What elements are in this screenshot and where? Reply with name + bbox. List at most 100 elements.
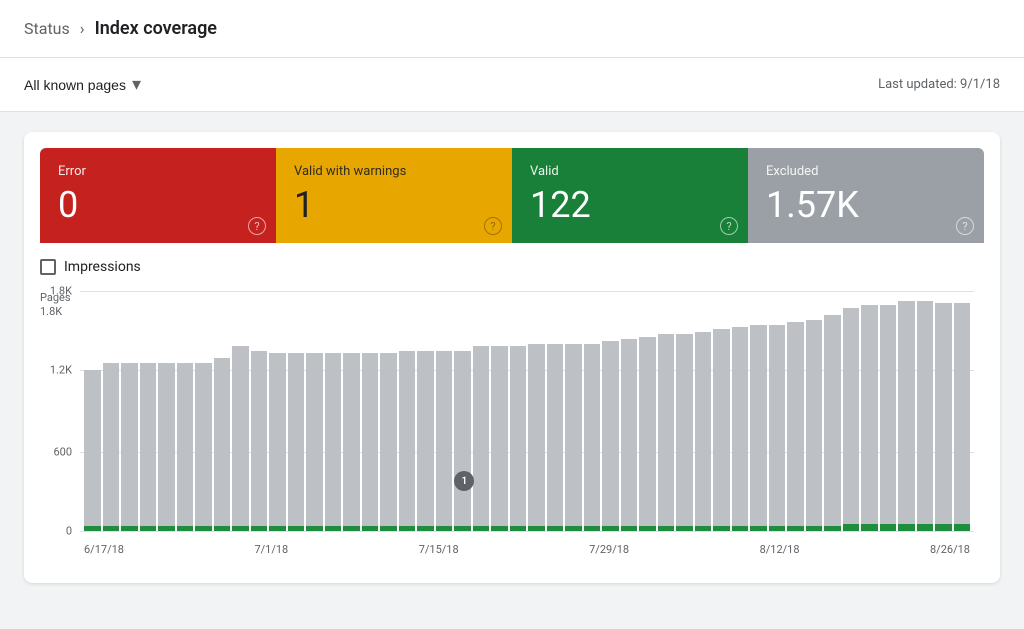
tile-valid[interactable]: Valid 122 ?: [512, 148, 748, 243]
tile-warning[interactable]: Valid with warnings 1 ?: [276, 148, 512, 243]
bar-gray: [436, 351, 453, 526]
bar-gray: [177, 363, 194, 526]
bar-gray: [140, 363, 157, 526]
bar-green: [473, 526, 490, 531]
y-tick-600: 600: [53, 445, 72, 458]
bar-green: [325, 526, 342, 531]
bar-group: [528, 291, 545, 531]
bar-group: [935, 291, 952, 531]
page-title: Index coverage: [95, 18, 217, 39]
bar-green: [288, 526, 305, 531]
page-header: Status › Index coverage: [0, 0, 1024, 58]
bar-group: [288, 291, 305, 531]
bar-green: [861, 524, 878, 531]
bar-group: [565, 291, 582, 531]
bar-group: [158, 291, 175, 531]
bar-gray: [602, 341, 619, 526]
bar-green: [177, 526, 194, 531]
bar-group: [491, 291, 508, 531]
bar-group: [473, 291, 490, 531]
bar-gray: [380, 353, 397, 526]
bar-green: [658, 526, 675, 531]
bar-gray: [584, 344, 601, 526]
status-tiles: Error 0 ? Valid with warnings 1 ? Valid …: [40, 148, 984, 243]
bar-group: [121, 291, 138, 531]
bar-gray: [898, 301, 915, 524]
bar-group: [917, 291, 934, 531]
bar-group: [639, 291, 656, 531]
help-icon-warning[interactable]: ?: [484, 217, 502, 235]
bar-group: [713, 291, 730, 531]
impressions-checkbox[interactable]: [40, 259, 56, 275]
bar-green: [732, 526, 749, 531]
breadcrumb-status[interactable]: Status: [24, 19, 70, 38]
bar-gray: [769, 325, 786, 527]
tile-excluded[interactable]: Excluded 1.57K ?: [748, 148, 984, 243]
bar-green: [565, 526, 582, 531]
bar-group: [806, 291, 823, 531]
bar-group: [417, 291, 434, 531]
bar-group: [695, 291, 712, 531]
bar-green: [251, 526, 268, 531]
bar-group: [177, 291, 194, 531]
chart-container: Pages 1.8K 1.8K 1.2K 600: [40, 291, 984, 571]
bar-gray: [103, 363, 120, 526]
bar-green: [954, 524, 971, 531]
y-tick-1-8k: 1.8K: [50, 285, 72, 298]
help-icon-valid[interactable]: ?: [720, 217, 738, 235]
bar-group: [195, 291, 212, 531]
bar-green: [510, 526, 527, 531]
bar-group: [584, 291, 601, 531]
bar-green: [621, 526, 638, 531]
gridline-bottom: 0: [80, 531, 974, 532]
bar-gray: [824, 315, 841, 526]
tile-warning-count: 1: [294, 187, 494, 223]
bar-group: [454, 291, 471, 531]
last-updated-label: Last updated: 9/1/18: [878, 77, 1000, 92]
bar-group: [954, 291, 971, 531]
tile-warning-label: Valid with warnings: [294, 164, 494, 179]
help-icon-excluded[interactable]: ?: [956, 217, 974, 235]
bar-group: [861, 291, 878, 531]
bar-green: [417, 526, 434, 531]
bar-group: [325, 291, 342, 531]
bar-gray: [787, 322, 804, 526]
bar-group: [380, 291, 397, 531]
help-icon-error[interactable]: ?: [248, 217, 266, 235]
impressions-label: Impressions: [64, 259, 141, 275]
bar-green: [935, 524, 952, 531]
bar-green: [824, 526, 841, 531]
bar-gray: [695, 332, 712, 526]
toolbar: All known pages ▾ Last updated: 9/1/18: [0, 58, 1024, 112]
bar-group: [269, 291, 286, 531]
y-axis-top-value: 1.8K: [40, 305, 71, 319]
bar-gray: [658, 334, 675, 526]
bars-container: [80, 291, 974, 531]
filter-dropdown[interactable]: All known pages ▾: [24, 70, 141, 99]
dot-marker: 1: [454, 471, 474, 491]
bar-green: [806, 526, 823, 531]
bar-gray: [676, 334, 693, 526]
bar-green: [917, 524, 934, 531]
bar-gray: [306, 353, 323, 526]
bar-gray: [917, 301, 934, 524]
bar-green: [880, 524, 897, 531]
bar-gray: [732, 327, 749, 526]
bar-group: [602, 291, 619, 531]
bar-gray: [843, 308, 860, 524]
bar-gray: [343, 353, 360, 526]
index-coverage-card: Error 0 ? Valid with warnings 1 ? Valid …: [24, 132, 1000, 583]
chevron-down-icon: ▾: [132, 74, 141, 95]
bar-gray: [880, 305, 897, 523]
bar-gray: [473, 346, 490, 526]
tile-error[interactable]: Error 0 ?: [40, 148, 276, 243]
bar-gray: [806, 320, 823, 526]
bar-gray: [84, 370, 101, 526]
tile-excluded-count: 1.57K: [766, 187, 966, 223]
impressions-toggle[interactable]: Impressions: [40, 259, 984, 275]
x-label-1: 6/17/18: [84, 543, 124, 556]
tile-excluded-label: Excluded: [766, 164, 966, 179]
filter-label: All known pages: [24, 77, 126, 93]
bar-gray: [362, 353, 379, 526]
bar-green: [602, 526, 619, 531]
